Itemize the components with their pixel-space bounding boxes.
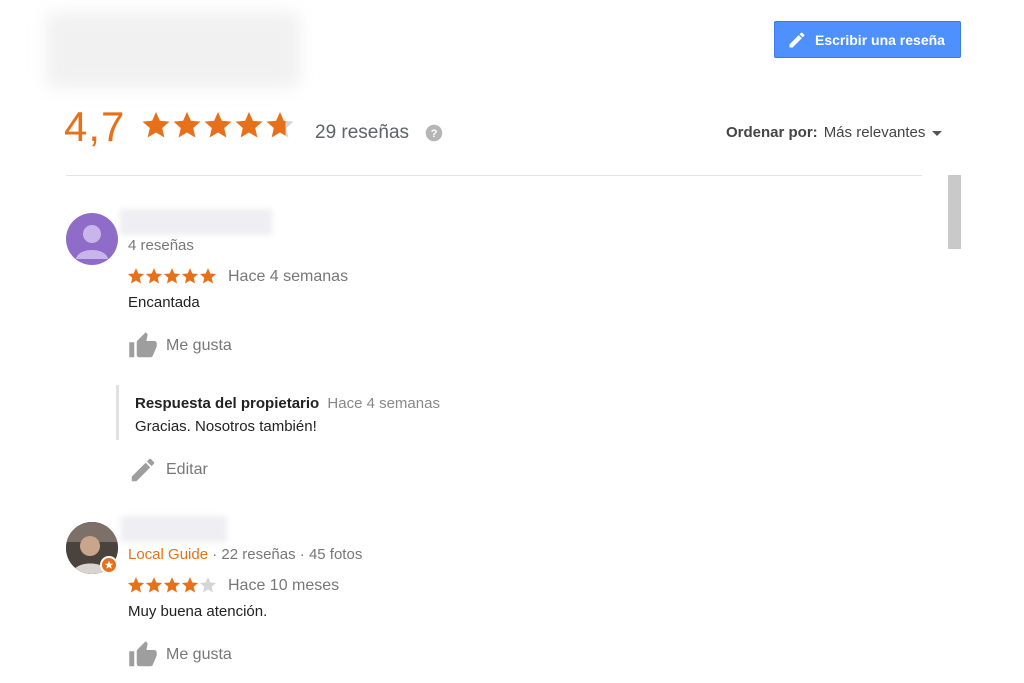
reviewer-name-blurred[interactable] — [120, 209, 272, 235]
edit-label: Editar — [166, 461, 208, 478]
review-count[interactable]: 29 reseñas — [315, 122, 409, 144]
star-icon — [181, 577, 199, 593]
reviewer-meta: 4 reseñas — [128, 237, 194, 254]
rating-stars — [141, 110, 295, 140]
business-name-blurred — [46, 12, 300, 88]
star-icon — [173, 111, 201, 138]
write-review-label: Escribir una reseña — [815, 31, 945, 48]
write-review-button[interactable]: Escribir una reseña — [774, 21, 961, 58]
edit-reply-button[interactable]: Editar — [128, 455, 208, 485]
star-icon — [199, 268, 217, 284]
local-guide-label[interactable]: Local Guide — [128, 546, 208, 563]
scrollbar[interactable] — [948, 175, 961, 249]
sort-dropdown[interactable]: Ordenar por: Más relevantes — [726, 124, 943, 141]
sort-label: Ordenar por: — [726, 124, 818, 141]
like-label: Me gusta — [166, 646, 232, 663]
divider — [66, 175, 922, 176]
pencil-icon — [789, 31, 805, 47]
like-button[interactable]: Me gusta — [128, 640, 232, 670]
reviewer-meta: Local Guide · 22 reseñas · 45 fotos — [128, 546, 363, 563]
thumbs-up-icon — [129, 641, 157, 667]
star-icon — [127, 268, 145, 284]
review-time: Hace 10 meses — [228, 577, 340, 594]
star-icon — [235, 111, 263, 138]
local-guide-badge-icon — [100, 556, 118, 574]
like-label: Me gusta — [166, 337, 232, 354]
star-icon — [127, 577, 145, 593]
reviewer-name-blurred[interactable] — [121, 516, 227, 542]
review-text: Encantada — [128, 294, 200, 311]
rating-value: 4,7 — [64, 103, 126, 150]
star-icon — [266, 111, 294, 138]
star-icon — [145, 268, 163, 284]
star-icon — [145, 577, 163, 593]
review-stars — [127, 576, 217, 594]
review-time: Hace 4 semanas — [228, 268, 349, 285]
star-icon — [142, 111, 170, 138]
star-icon — [204, 111, 232, 138]
like-button[interactable]: Me gusta — [128, 331, 232, 361]
person-icon — [76, 225, 108, 259]
thumbs-up-icon — [129, 332, 157, 358]
review-stars — [127, 267, 217, 285]
owner-reply: Respuesta del propietario Hace 4 semanas… — [116, 385, 440, 440]
avatar[interactable] — [66, 213, 118, 265]
star-icon — [163, 268, 181, 284]
svg-text:?: ? — [431, 128, 438, 140]
owner-reply-text: Gracias. Nosotros también! — [135, 418, 317, 435]
chevron-down-icon — [932, 130, 943, 136]
sort-value: Más relevantes — [823, 124, 926, 141]
pencil-icon — [131, 458, 155, 482]
review-text: Muy buena atención. — [128, 603, 268, 620]
star-icon — [199, 577, 217, 593]
owner-reply-time: Hace 4 semanas — [327, 395, 440, 412]
star-icon — [163, 577, 181, 593]
star-icon — [181, 268, 199, 284]
help-icon[interactable]: ? — [425, 124, 443, 142]
owner-reply-label: Respuesta del propietario — [135, 395, 320, 412]
